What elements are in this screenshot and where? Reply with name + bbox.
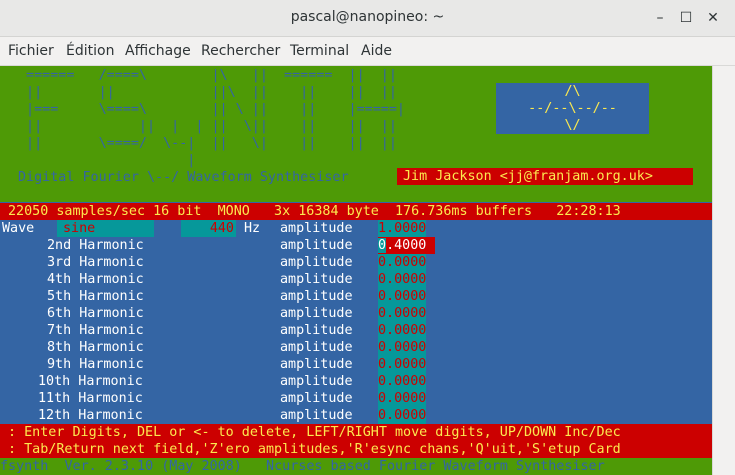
amplitude-label: amplitude [280,306,353,321]
frequency-field[interactable]: 440 [181,220,236,237]
wave-label: Wave [2,221,35,236]
harmonic-label: 6th Harmonic [47,306,144,321]
status-line: 22050 samples/sec 16 bit MONO 3x 16384 b… [0,203,712,220]
harmonic-row: 8th Harmonic amplitude 0.0000 [0,339,712,356]
harmonic-row: 3rd Harmonic amplitude 0.0000 [0,254,712,271]
amplitude-label: amplitude [280,340,353,355]
harmonic-label: 10th Harmonic [38,374,143,389]
menu-terminal[interactable]: Terminal [290,43,349,59]
harmonic-amplitude-field[interactable]: 0.0000 [378,254,427,271]
menu-aide[interactable]: Aide [361,43,392,59]
harmonic-row: 11th Harmonic amplitude 0.0000 [0,390,712,407]
tagline: Digital Fourier \--/ Waveform Synthesise… [18,170,349,185]
amplitude-label: amplitude [280,272,353,287]
menu-affichage[interactable]: Affichage [125,43,191,59]
harmonic-amplitude-field[interactable]: 0.0000 [378,305,427,322]
amplitude-label: amplitude [280,255,353,270]
harmonic-label: 4th Harmonic [47,272,144,287]
menu-rechercher[interactable]: Rechercher [201,43,280,59]
amplitude-label: amplitude [280,357,353,372]
harmonic-label: 7th Harmonic [47,323,144,338]
terminal-area[interactable]: ====== /====\ |\ || ====== || || || || |… [0,66,712,475]
amplitude-label: amplitude [280,374,353,389]
maximize-icon[interactable]: ☐ [678,10,694,26]
harmonic-label: 8th Harmonic [47,340,144,355]
close-icon[interactable]: ✕ [705,10,721,26]
harmonic-row: 6th Harmonic amplitude 0.0000 [0,305,712,322]
footer-line: fsynth Ver. 2.3.10 (May 2008) Ncurses ba… [0,458,712,475]
waveform-logo-box: /\ --/--\--/-- \/ [496,83,649,134]
harmonic-label: 11th Harmonic [38,391,143,406]
menu-edition[interactable]: Édition [66,43,114,59]
footer-text: fsynth Ver. 2.3.10 (May 2008) Ncurses ba… [0,459,605,474]
harmonic-amplitude-field[interactable]: 0.0000 [378,271,427,288]
harmonic-row: 2nd Harmonic amplitude 0.4000 [0,237,712,254]
harmonic-label: 5th Harmonic [47,289,144,304]
amplitude-label: amplitude [280,221,353,236]
harmonic-amplitude-field[interactable]: 0.4000 [378,237,435,254]
harmonic-amplitude-field[interactable]: 0.0000 [378,390,427,407]
menu-bar: Fichier Édition Affichage Rechercher Ter… [0,37,735,66]
help-text-2: : Tab/Return next field,'Z'ero amplitude… [8,442,621,457]
harmonic-label: 2nd Harmonic [47,238,144,253]
window-titlebar: pascal@nanopineo: ~ – ☐ ✕ [0,0,735,37]
harmonic-amplitude-field[interactable]: 0.0000 [378,373,427,390]
help-text-1: : Enter Digits, DEL or <- to delete, LEF… [8,425,621,440]
wave-type-field[interactable]: sine [57,220,154,237]
harmonic-label: 3rd Harmonic [47,255,144,270]
banner-panel: ====== /====\ |\ || ====== || || || || |… [0,66,712,202]
amplitude-field[interactable]: 1.0000 [378,220,427,237]
fsynth-ascii-logo: ====== /====\ |\ || ====== || || || || |… [26,68,405,168]
harmonic-amplitude-field[interactable]: 0.0000 [378,339,427,356]
minimize-icon[interactable]: – [652,10,668,26]
harmonic-amplitude-digits: .4000 [386,238,427,253]
amplitude-label: amplitude [280,238,353,253]
harmonic-row: 7th Harmonic amplitude 0.0000 [0,322,712,339]
help-line-2: : Tab/Return next field,'Z'ero amplitude… [0,441,712,458]
amplitude-label: amplitude [280,391,353,406]
amplitude-label: amplitude [280,408,353,423]
scrollbar-thumb[interactable] [717,68,723,188]
harmonic-row: 4th Harmonic amplitude 0.0000 [0,271,712,288]
author-badge: Jim Jackson <jj@franjam.org.uk> [397,168,693,185]
harmonic-label: 9th Harmonic [47,357,144,372]
harmonic-row: 10th Harmonic amplitude 0.0000 [0,373,712,390]
help-line-1: : Enter Digits, DEL or <- to delete, LEF… [0,424,712,441]
harmonic-amplitude-field[interactable]: 0.0000 [378,322,427,339]
wave-row: Wave sine 440 Hz amplitude 1.0000 [0,220,712,237]
frequency-unit: Hz [244,221,261,236]
harmonic-row: 12th Harmonic amplitude 0.0000 [0,407,712,424]
menu-fichier[interactable]: Fichier [8,43,54,59]
status-text: 22050 samples/sec 16 bit MONO 3x 16384 b… [8,204,621,219]
amplitude-label: amplitude [280,323,353,338]
harmonic-row: 9th Harmonic amplitude 0.0000 [0,356,712,373]
harmonic-label: 12th Harmonic [38,408,143,423]
harmonic-amplitude-field[interactable]: 0.0000 [378,356,427,373]
waveform-logo: /\ --/--\--/-- \/ [528,84,617,133]
amplitude-label: amplitude [280,289,353,304]
harmonic-amplitude-field[interactable]: 0.0000 [378,407,427,424]
harmonic-row: 5th Harmonic amplitude 0.0000 [0,288,712,305]
window-title: pascal@nanopineo: ~ [290,9,445,25]
harmonic-amplitude-field[interactable]: 0.0000 [378,288,427,305]
text-cursor: 0 [378,238,387,253]
scrollbar[interactable] [712,66,735,475]
